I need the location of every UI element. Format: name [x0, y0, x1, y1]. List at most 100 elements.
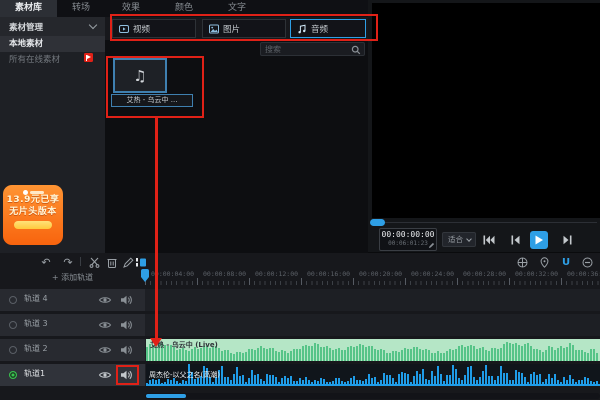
tab-transition[interactable]: 转场 — [57, 0, 105, 17]
zoom-out-button[interactable] — [579, 255, 595, 269]
add-marker-button[interactable] — [536, 255, 552, 269]
audio-type-label: 音频 — [311, 23, 328, 35]
promo-price-text: 13.9元已享 — [3, 195, 63, 207]
blue-clip-title: 周杰伦-以父之名(高潮) — [149, 370, 220, 380]
image-type-label: 图片 — [223, 23, 240, 35]
track1-name: 轨道1 — [24, 368, 45, 379]
tab-color[interactable]: 颜色 — [157, 0, 211, 17]
video-preview[interactable] — [372, 3, 600, 218]
speaker-icon[interactable] — [119, 318, 133, 332]
track2-select-radio[interactable] — [9, 346, 17, 354]
timecode-display: 00:00:00:00 00:06:01:23 — [379, 228, 437, 251]
trash-icon — [107, 257, 117, 268]
preview-mode-button[interactable] — [514, 255, 530, 269]
speaker-icon[interactable] — [119, 368, 133, 382]
media-type-row: 视频 图片 音频 — [105, 17, 368, 40]
material-manage-header[interactable]: 素材管理 — [0, 17, 105, 36]
speaker-icon[interactable] — [119, 293, 133, 307]
promo-badge[interactable]: 13.9元已享 无片头版本 — [3, 185, 63, 245]
blue-clip-baseline — [146, 384, 600, 386]
delete-button[interactable] — [104, 255, 120, 269]
ruler-timestamp: 00:00:08:00 — [203, 270, 246, 278]
tab-effect[interactable]: 效果 — [105, 0, 157, 17]
music-item-thumbnail[interactable]: ♫ — [113, 58, 167, 93]
play-icon — [534, 235, 544, 245]
tab-text[interactable]: 文字 — [211, 0, 263, 17]
audio-clip-blue[interactable]: 周杰伦-以父之名(高潮) — [146, 364, 600, 386]
ruler-major-ticks — [145, 278, 600, 285]
track4-lane[interactable] — [145, 289, 600, 311]
redo-button[interactable]: ↷ — [60, 255, 76, 269]
track1-select-radio[interactable] — [9, 371, 17, 379]
ruler-timestamp: 00:00:32:00 — [515, 270, 558, 278]
video-type-label: 视频 — [133, 23, 150, 35]
cut-button[interactable] — [86, 255, 102, 269]
marker-pin-icon — [540, 257, 549, 268]
track-manage-button[interactable] — [133, 255, 149, 269]
video-type-button[interactable]: 视频 — [112, 19, 196, 38]
tab-material-library[interactable]: 素材库 — [0, 0, 57, 17]
skip-to-start-button[interactable] — [480, 231, 498, 249]
ruler-timestamp: 00:00:20:00 — [359, 270, 402, 278]
fit-label: 适合 — [448, 235, 463, 244]
current-timecode: 00:00:00:00 — [380, 229, 436, 240]
detach-audio-button[interactable]: U — [558, 255, 574, 269]
eye-icon[interactable] — [98, 368, 112, 382]
search-icon[interactable] — [351, 45, 361, 55]
ruler-timestamp: 00:00:12:00 — [255, 270, 298, 278]
track-row-4[interactable]: 轨道 4 — [0, 289, 600, 311]
track2-name: 轨道 2 — [24, 343, 48, 354]
annotation-arrow-line — [155, 118, 158, 340]
track-row-3[interactable]: 轨道 3 — [0, 314, 600, 336]
promo-cta-pill[interactable] — [14, 221, 52, 229]
music-note-icon — [297, 24, 307, 34]
track3-name: 轨道 3 — [24, 318, 48, 329]
search-box — [260, 42, 365, 56]
next-frame-button[interactable] — [558, 231, 576, 249]
chevron-down-icon — [89, 21, 97, 29]
track3-select-radio[interactable] — [9, 321, 17, 329]
track4-select-radio[interactable] — [9, 296, 17, 304]
plus-icon: + — [52, 273, 59, 282]
image-icon — [209, 24, 219, 34]
speaker-icon[interactable] — [119, 343, 133, 357]
video-editor-window: 素材库 转场 效果 颜色 文字 素材管理 视频 图片 音频 本地素材 所有在线素… — [0, 0, 600, 400]
scissors-icon — [89, 257, 100, 268]
play-button[interactable] — [530, 231, 548, 249]
timeline-ruler[interactable]: 00:00:04:0000:00:08:0000:00:12:0000:00:1… — [145, 270, 600, 286]
seek-knob[interactable] — [370, 219, 385, 226]
ruler-timestamp: 00:00:24:00 — [411, 270, 454, 278]
eye-icon[interactable] — [98, 318, 112, 332]
chevron-down-icon — [466, 236, 472, 242]
previous-frame-button[interactable] — [506, 231, 524, 249]
new-flag-icon — [84, 53, 93, 62]
ruler-timestamp: 00:00:16:00 — [307, 270, 350, 278]
track4-name: 轨道 4 — [24, 293, 48, 304]
track-manage-icon — [135, 257, 147, 268]
film-icon — [517, 257, 528, 268]
track3-lane[interactable] — [145, 314, 600, 336]
zoom-fit-dropdown[interactable]: 适合 — [442, 232, 476, 247]
music-item-title[interactable]: 艾热 - 乌云中 ... — [111, 94, 193, 107]
video-icon — [119, 24, 129, 34]
top-tab-bar: 素材库 转场 效果 颜色 文字 — [0, 0, 368, 17]
audio-clip-green[interactable]: 艾热 - 乌云中 (Live) — [146, 339, 600, 361]
search-input[interactable] — [265, 43, 349, 55]
eye-icon[interactable] — [98, 343, 112, 357]
promo-version-text: 无片头版本 — [3, 207, 63, 219]
image-type-button[interactable]: 图片 — [202, 19, 286, 38]
eye-icon[interactable] — [98, 293, 112, 307]
horizontal-scrollbar-track — [145, 393, 600, 399]
pencil-icon — [123, 257, 134, 268]
preview-panel: 00:00:00:00 00:06:01:23 适合 — [368, 0, 600, 253]
horizontal-scrollbar[interactable] — [146, 394, 186, 398]
edit-pencil-icon[interactable] — [428, 242, 435, 249]
audio-type-button[interactable]: 音频 — [290, 19, 366, 38]
undo-button[interactable]: ↶ — [38, 255, 54, 269]
music-note-icon: ♫ — [133, 67, 146, 85]
seek-bar[interactable] — [371, 222, 597, 223]
zoom-out-icon — [582, 257, 593, 268]
sidebar-item-local-material[interactable]: 本地素材 — [0, 36, 105, 52]
annotation-arrow-head — [150, 338, 162, 347]
add-track-button[interactable]: + 添加轨道 — [0, 270, 145, 286]
